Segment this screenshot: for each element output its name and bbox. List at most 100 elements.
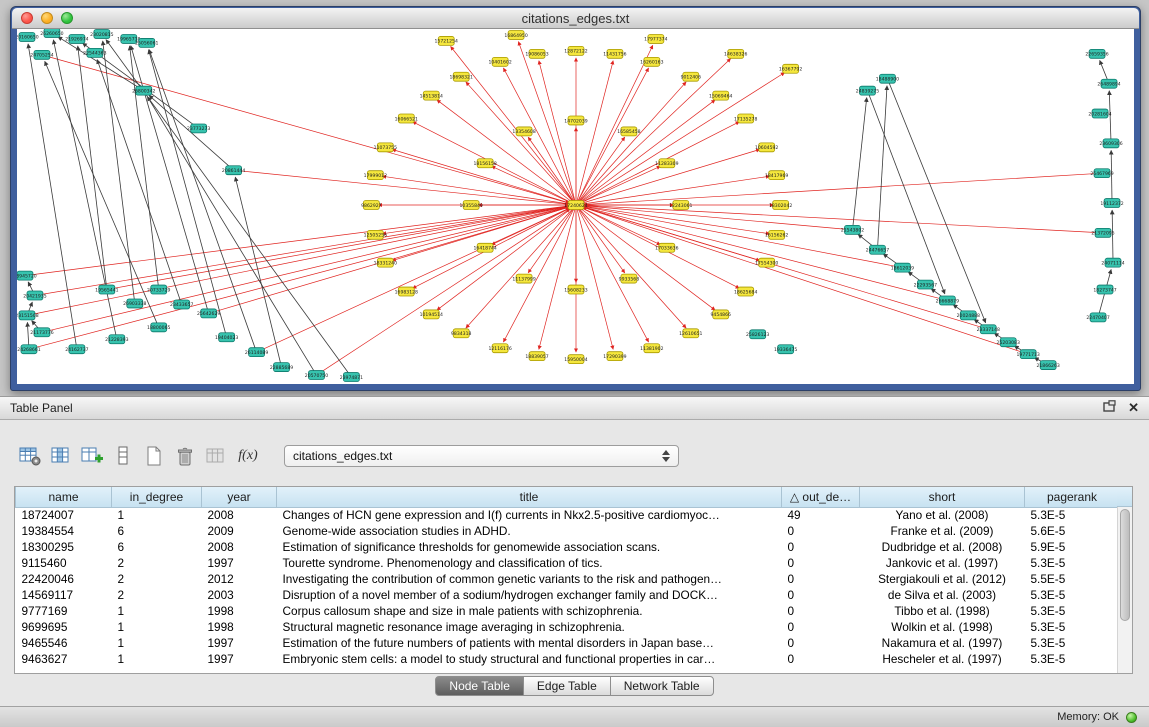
new-document-icon[interactable] [142, 444, 166, 468]
table-cell[interactable]: 5.3E-5 [1025, 587, 1120, 603]
graph-edge[interactable] [583, 206, 903, 267]
graph-node[interactable]: 18625684 [734, 287, 757, 296]
table-cell[interactable]: 1998 [202, 603, 277, 619]
graph-node[interactable]: 11137999 [512, 274, 535, 283]
graph-node[interactable]: 14513814 [420, 91, 443, 100]
graph-edge[interactable] [853, 98, 867, 230]
graph-node[interactable]: 18800065 [147, 323, 170, 332]
graph-node[interactable]: 22544363 [83, 48, 106, 57]
table-cell[interactable]: 1 [112, 651, 202, 667]
table-cell[interactable]: 6 [112, 523, 202, 539]
graph-edge[interactable] [576, 166, 660, 205]
graph-node[interactable]: 24705254 [30, 50, 53, 59]
table-cell[interactable]: 0 [782, 539, 860, 555]
graph-node[interactable]: 13354608 [512, 127, 535, 136]
table-cell[interactable]: Estimation of significance thresholds fo… [277, 539, 782, 555]
table-cell[interactable]: 9777169 [16, 603, 112, 619]
table-cell[interactable]: Yano et al. (2008) [860, 507, 1025, 523]
graph-node[interactable]: 17977374 [644, 34, 667, 43]
graph-node[interactable]: 14702039 [564, 116, 587, 125]
graph-edge[interactable] [576, 73, 785, 205]
table-cell[interactable]: 2008 [202, 507, 277, 523]
graph-edge[interactable] [583, 207, 989, 329]
create-column-icon[interactable] [80, 444, 104, 468]
graph-node[interactable]: 10604592 [755, 143, 778, 152]
table-cell[interactable]: 2009 [202, 523, 277, 539]
graph-node[interactable]: 12872122 [564, 46, 587, 55]
table-cell[interactable]: 1 [112, 635, 202, 651]
graph-node[interactable]: 18331240 [374, 258, 397, 267]
graph-edge[interactable] [877, 86, 887, 250]
graph-edge[interactable] [78, 46, 107, 290]
table-cell[interactable]: 5.3E-5 [1025, 507, 1120, 523]
table-cell[interactable]: de Silva et al. (2003) [860, 587, 1025, 603]
graph-edge[interactable] [28, 44, 77, 349]
graph-edge[interactable] [539, 205, 576, 349]
table-cell[interactable]: 19384554 [16, 523, 112, 539]
graph-node[interactable]: 20160650 [17, 32, 39, 41]
graph-node[interactable]: 21866263 [1036, 361, 1059, 370]
table-row[interactable]: 911546021997Tourette syndrome. Phenomeno… [16, 555, 1120, 571]
graph-node[interactable]: 19404023 [215, 333, 238, 342]
graph-node[interactable]: 19112372 [1100, 199, 1123, 208]
graph-node[interactable]: 16418744 [473, 243, 496, 252]
graph-edge[interactable] [437, 100, 576, 205]
table-disabled-icon[interactable] [204, 444, 228, 468]
graph-node[interactable]: 24162737 [65, 345, 88, 354]
graph-edge[interactable] [528, 205, 576, 273]
table-cell[interactable]: Structural magnetic resonance image aver… [277, 619, 782, 635]
table-cell[interactable]: Hescheler et al. (1997) [860, 651, 1025, 667]
table-cell[interactable]: 0 [782, 587, 860, 603]
graph-edge[interactable] [576, 205, 625, 273]
graph-node[interactable]: 11283309 [655, 159, 678, 168]
table-cell[interactable]: 0 [782, 603, 860, 619]
graph-node[interactable]: 17999012 [364, 171, 387, 180]
graph-node[interactable]: 20861444 [222, 166, 245, 175]
table-cell[interactable]: 0 [782, 635, 860, 651]
graph-node[interactable]: 18156158 [473, 159, 496, 168]
graph-node[interactable]: 25826123 [746, 330, 769, 339]
table-cell[interactable]: 2 [112, 587, 202, 603]
table-row[interactable]: 1456911722003Disruption of a novel membe… [16, 587, 1120, 603]
graph-edge[interactable] [149, 49, 256, 352]
graph-edge[interactable] [576, 100, 715, 205]
graph-node[interactable]: 12610651 [679, 329, 702, 338]
table-cell[interactable]: 1998 [202, 619, 277, 635]
table-cell[interactable]: 1997 [202, 555, 277, 571]
graph-edge[interactable] [451, 46, 576, 205]
graph-node[interactable]: 16066521 [395, 114, 418, 123]
graph-node[interactable]: 19565441 [95, 285, 118, 294]
table-cell[interactable]: 0 [782, 571, 860, 587]
graph-node[interactable]: 10401602 [488, 57, 511, 66]
graph-node[interactable]: 25642629 [197, 309, 220, 318]
column-header-name[interactable]: name [16, 487, 112, 507]
graph-edge[interactable] [576, 176, 770, 205]
graph-edge[interactable] [97, 59, 182, 304]
table-cell[interactable]: 5.3E-5 [1025, 555, 1120, 571]
graph-edge[interactable] [583, 207, 1029, 354]
table-mode-icon[interactable] [18, 444, 42, 468]
graph-node[interactable]: 16864950 [504, 30, 527, 39]
graph-edge[interactable] [25, 206, 569, 276]
graph-node[interactable]: 20421935 [23, 291, 46, 300]
table-cell[interactable]: 2012 [202, 571, 277, 587]
graph-node[interactable]: 17135278 [734, 114, 757, 123]
graph-node[interactable]: 22885689 [270, 363, 293, 372]
graph-node[interactable]: 12505256 [364, 230, 387, 239]
graph-node[interactable]: 20570750 [305, 371, 328, 380]
graph-node[interactable]: 10194514 [420, 310, 443, 319]
column-header-short[interactable]: short [860, 487, 1025, 507]
table-cell[interactable]: 5.3E-5 [1025, 603, 1120, 619]
network-window-titlebar[interactable]: citations_edges.txt [12, 8, 1139, 29]
table-row[interactable]: 946362711997Embryonic stem cells: a mode… [16, 651, 1120, 667]
graph-node[interactable]: 26260650 [40, 29, 63, 37]
table-row[interactable]: 977716911998Corpus callosum shape and si… [16, 603, 1120, 619]
table-cell[interactable]: Investigating the contribution of common… [277, 571, 782, 587]
table-cell[interactable]: 1 [112, 507, 202, 523]
table-row[interactable]: 969969511998Structural magnetic resonanc… [16, 619, 1120, 635]
graph-node[interactable]: 20281604 [1088, 109, 1111, 118]
row-selector-icon[interactable] [111, 444, 135, 468]
graph-node[interactable]: 26668879 [936, 296, 959, 305]
graph-edge[interactable] [316, 209, 570, 375]
table-cell[interactable]: 1997 [202, 635, 277, 651]
